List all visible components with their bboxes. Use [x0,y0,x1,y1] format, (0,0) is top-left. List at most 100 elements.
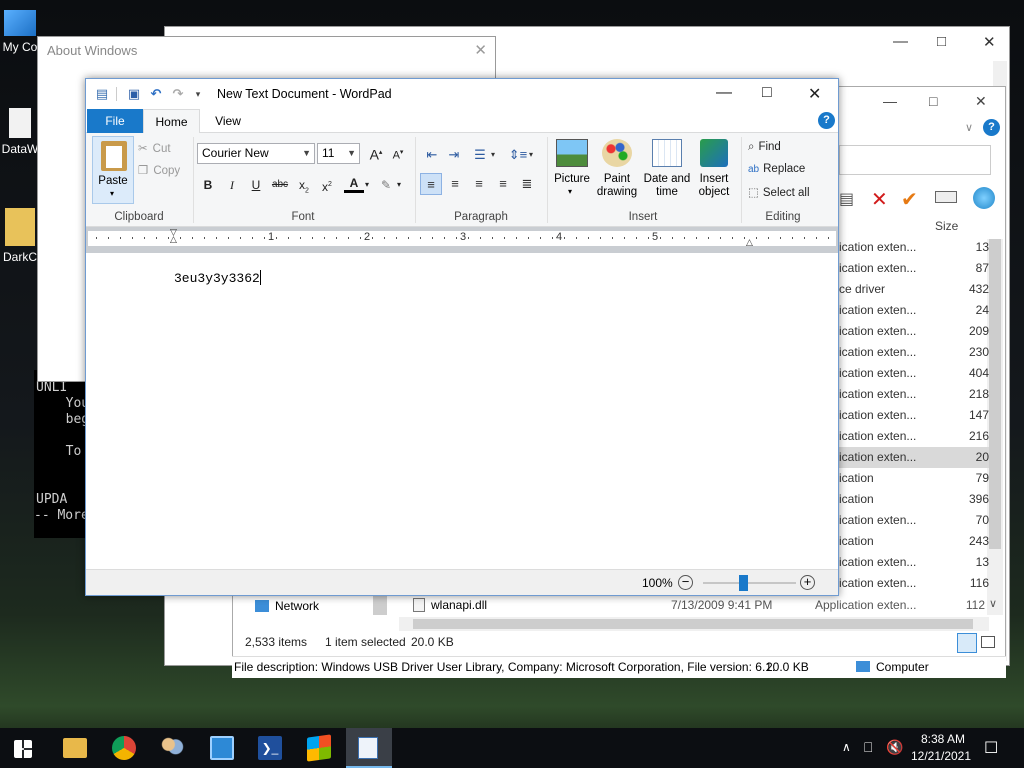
paint-drawing-button[interactable]: Paint drawing [594,139,640,199]
find-button[interactable]: ⌕ Find [748,141,781,154]
chrome-icon[interactable] [112,736,136,760]
globe-icon[interactable] [973,187,995,209]
rename-icon[interactable] [935,191,957,203]
paragraph-settings-icon[interactable]: ≣ [516,173,538,195]
close-icon[interactable]: ✕ [975,93,987,110]
properties-icon[interactable]: ▤ [839,189,854,209]
justify-icon[interactable]: ≡ [492,173,514,195]
wordpad-app-icon[interactable]: ▤ [94,86,110,102]
zoom-in-icon[interactable]: + [800,575,815,590]
table-row[interactable]: ce driver 432 [839,279,989,300]
start-icon[interactable] [14,740,32,758]
minimize-icon[interactable]: — [883,93,897,109]
delete-icon[interactable]: ✕ [871,187,888,212]
chevron-down-icon[interactable]: ▾ [362,175,372,195]
shrink-font-icon[interactable]: A▾ [388,143,408,163]
close-icon[interactable]: ✕ [808,84,821,104]
nav-network[interactable]: Network [255,599,319,613]
column-header-size[interactable]: Size [935,219,958,233]
table-row[interactable]: ication exten... 13 [839,552,989,573]
desktop-icon-darkc[interactable]: DarkC [0,208,40,264]
show-hidden-icons[interactable]: ∧ [842,740,851,754]
italic-icon[interactable]: I [222,175,242,195]
large-icons-view-icon[interactable] [981,636,995,648]
powershell-icon[interactable]: ❯_ [258,736,282,760]
minimize-icon[interactable]: — [893,33,908,50]
document-text-line[interactable]: 3eu3y3y3362 [174,270,261,286]
notifications-icon[interactable]: ☐ [984,738,998,758]
insert-picture-button[interactable]: Picture ▾ [552,139,592,199]
table-row[interactable]: ication exten... 209 [839,321,989,342]
table-row[interactable]: ication exten... 116 [839,573,989,594]
table-row[interactable]: ication exten... 218 [839,384,989,405]
bold-icon[interactable]: B [198,175,218,195]
close-icon[interactable]: ✕ [474,41,487,59]
line-spacing-icon[interactable]: ⇕≡ [508,145,528,165]
table-row[interactable]: ication exten... 70 [839,510,989,531]
desktop-icon-dataw[interactable]: DataW [0,108,40,156]
control-panel-icon[interactable] [210,736,234,760]
table-row-selected[interactable]: ication exten... 20 [839,447,989,468]
h-scroll-thumb[interactable] [413,619,973,629]
table-row[interactable]: ication 243 [839,531,989,552]
cut-button[interactable]: ✂ Cut [138,141,171,155]
left-indent-marker[interactable]: ▽ △ [170,228,177,244]
table-row[interactable]: ication exten... 230 [839,342,989,363]
save-icon[interactable]: ▣ [126,86,142,102]
minimize-icon[interactable]: — [716,84,732,102]
table-row[interactable]: ication 79 [839,468,989,489]
clock-date[interactable]: 12/21/2021 [908,749,974,763]
checkmark-icon[interactable]: ✔ [901,187,918,212]
grow-font-icon[interactable]: A▴ [366,143,386,163]
taskbar-active-app[interactable] [346,728,392,768]
maximize-icon[interactable]: □ [929,93,937,109]
search-box[interactable] [839,145,991,175]
file-explorer-icon[interactable] [63,738,87,758]
horizontal-scrollbar[interactable] [399,617,989,631]
highlight-icon[interactable]: ✎ [376,175,396,195]
maximize-icon[interactable]: □ [937,33,946,50]
align-center-icon[interactable]: ≡ [444,173,466,195]
zoom-slider-thumb[interactable] [739,575,748,591]
replace-button[interactable]: ab Replace [748,163,805,175]
scroll-thumb[interactable] [989,239,1001,549]
table-row[interactable]: ication exten... 147 [839,405,989,426]
details-view-icon[interactable] [957,633,977,653]
volume-muted-icon[interactable]: 🔇 [886,739,903,756]
table-row[interactable]: ication exten... 87 [839,258,989,279]
tab-view[interactable]: View [204,109,252,133]
table-row[interactable]: ication exten... 24 [839,300,989,321]
chevron-down-icon[interactable]: ▾ [488,145,498,165]
copy-button[interactable]: ❐ Copy [138,163,180,177]
strikethrough-icon[interactable]: abc [270,175,290,195]
chevron-down-icon[interactable]: ∨ [965,121,973,134]
network-icon[interactable]: ⎕ [864,739,872,756]
list-scrollbar[interactable] [987,239,1003,615]
increase-indent-icon[interactable]: ⇥ [444,145,464,165]
text-color-icon[interactable]: A [344,175,364,193]
close-icon[interactable]: ✕ [983,33,996,51]
align-right-icon[interactable]: ≡ [468,173,490,195]
select-all-button[interactable]: ⬚ Select all [748,185,810,199]
superscript-icon[interactable]: x2 [317,175,337,195]
subscript-icon[interactable]: x2 [294,175,314,195]
font-family-select[interactable]: Courier New ▼ [197,143,315,164]
date-time-button[interactable]: Date and time [642,139,692,199]
table-row[interactable]: ication exten... 13 [839,237,989,258]
table-row[interactable]: ication 396 [839,489,989,510]
align-left-icon[interactable]: ≡ [420,173,442,195]
chevron-down-icon[interactable]: ▾ [526,145,536,165]
zoom-slider[interactable] [703,575,796,591]
help-icon[interactable]: ? [983,119,1000,136]
zoom-out-icon[interactable]: − [678,575,693,590]
paste-button[interactable]: Paste ▾ [92,136,134,204]
redo-icon[interactable]: ↷ [170,86,186,102]
customize-toolbar-icon[interactable]: ▾ [190,86,206,102]
right-indent-marker[interactable]: △ [746,237,753,248]
tab-home[interactable]: Home [143,109,200,134]
windows-flag-icon[interactable] [307,734,331,762]
maximize-icon[interactable]: □ [762,84,772,102]
decrease-indent-icon[interactable]: ⇤ [422,145,442,165]
bullets-icon[interactable]: ☰ [470,145,490,165]
undo-icon[interactable]: ↶ [148,86,164,102]
